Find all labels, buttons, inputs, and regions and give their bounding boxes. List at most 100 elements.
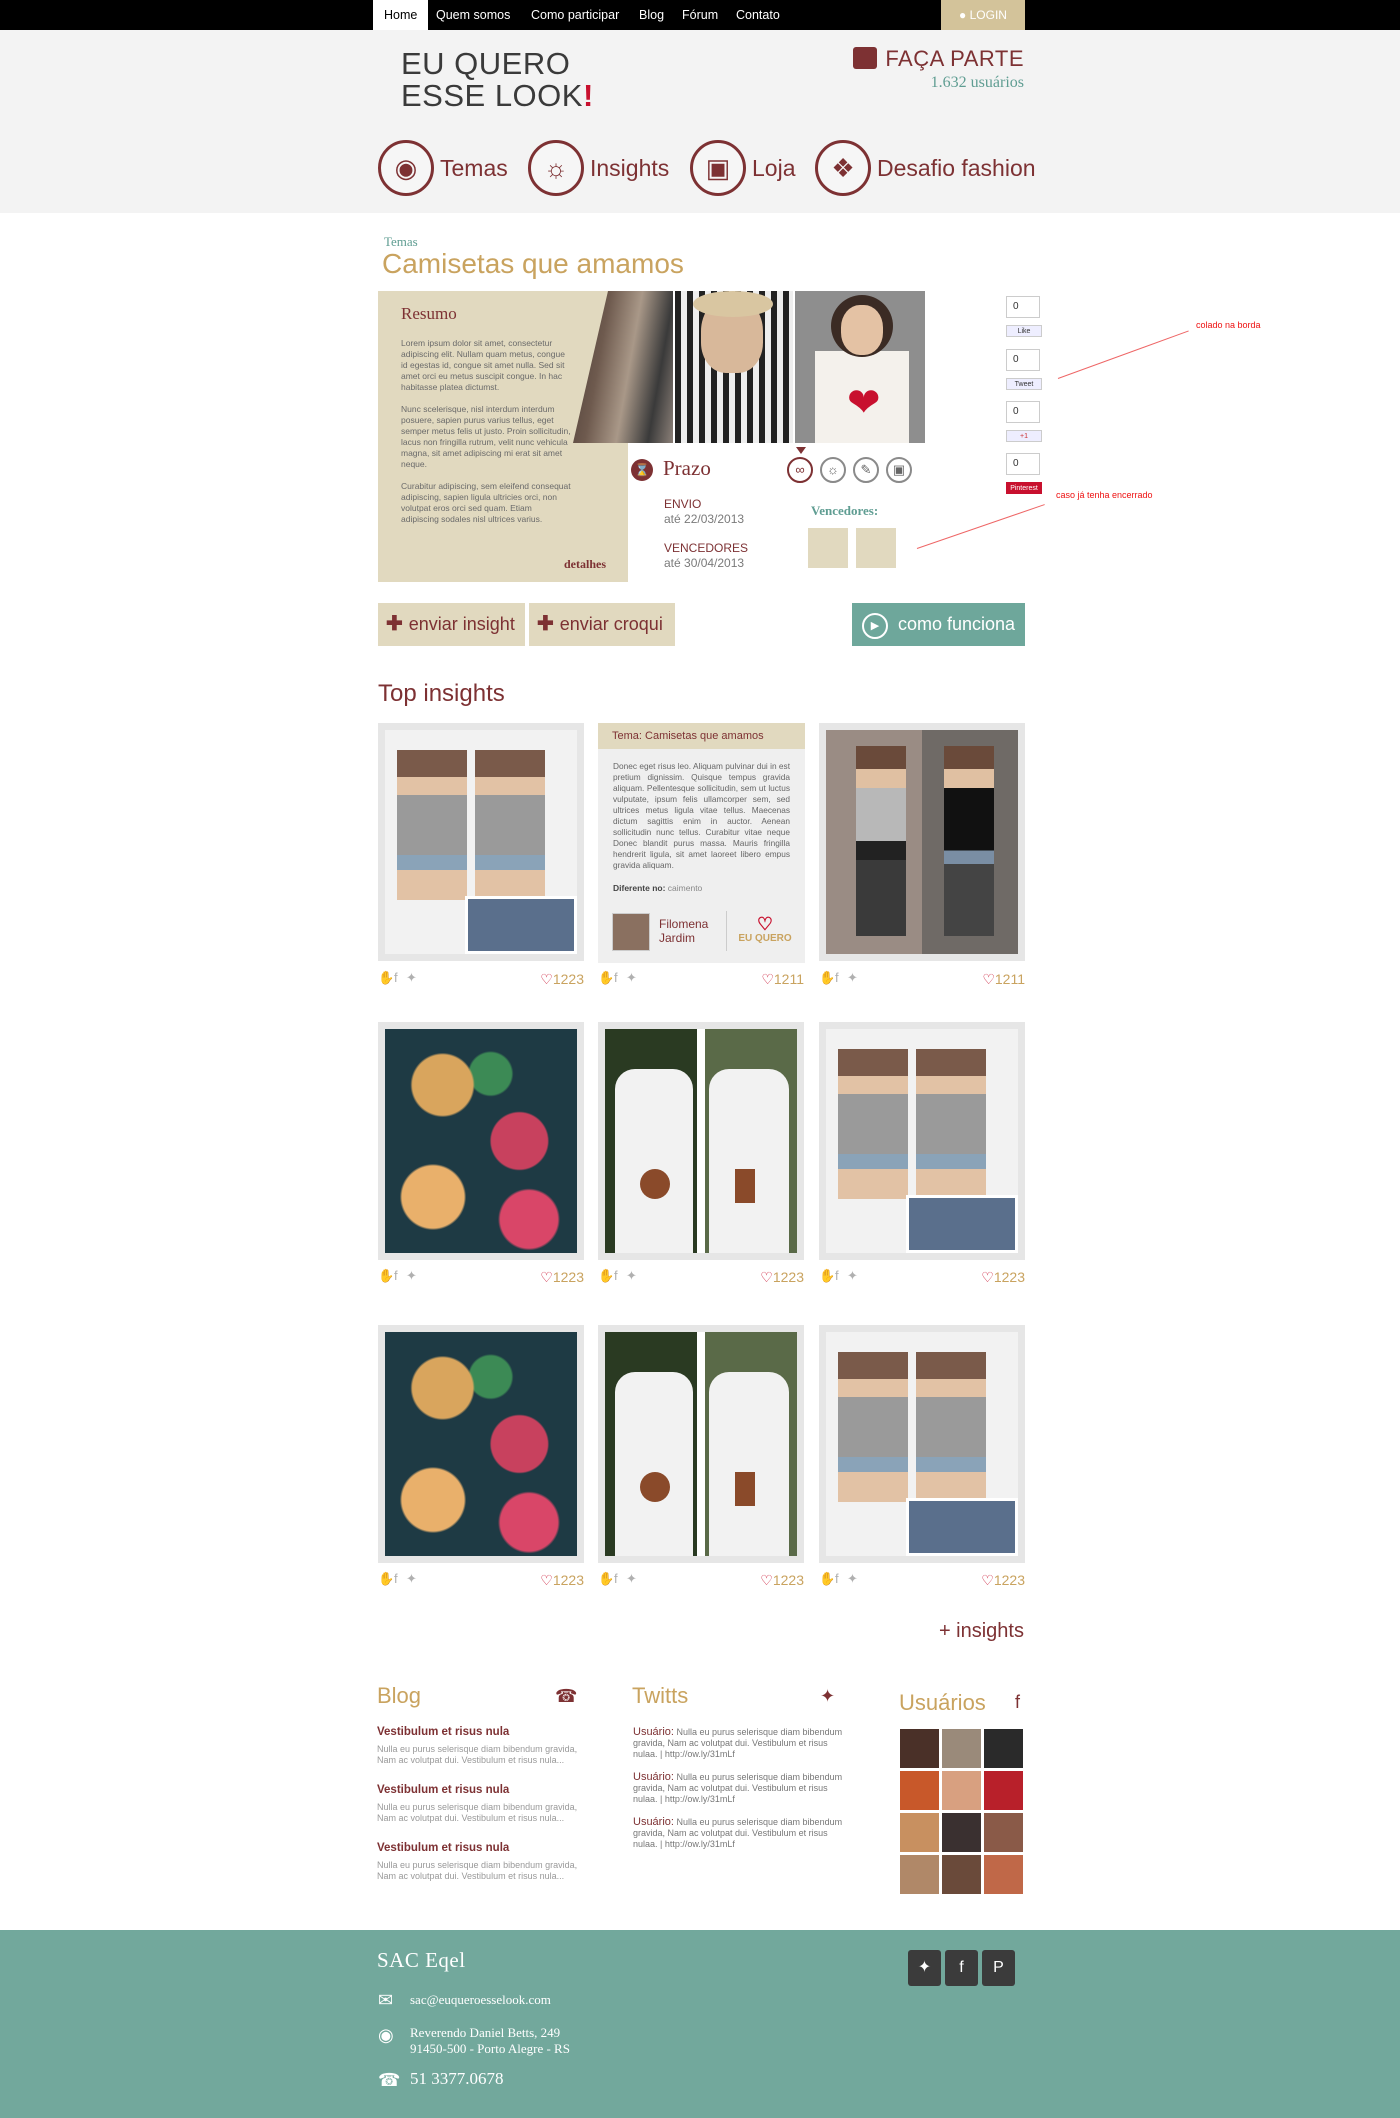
twitter-bird-icon[interactable]: ✦ bbox=[406, 1268, 417, 1284]
heart-icon: ♡ bbox=[760, 1572, 773, 1588]
twitter-bird-icon[interactable]: ✦ bbox=[626, 1268, 637, 1284]
avatar[interactable] bbox=[984, 1855, 1023, 1894]
thumbs-up-icon[interactable]: ✋ bbox=[598, 1268, 614, 1284]
want-count[interactable]: ♡1223 bbox=[981, 1572, 1025, 1589]
thumbs-up-icon[interactable]: ✋ bbox=[819, 970, 835, 986]
avatar[interactable] bbox=[612, 913, 650, 951]
avatar[interactable] bbox=[900, 1771, 939, 1810]
nav-forum[interactable]: Fórum bbox=[671, 0, 729, 30]
diff-line: Diferente no: caimento bbox=[613, 883, 703, 893]
avatar[interactable] bbox=[942, 1855, 981, 1894]
avatar[interactable] bbox=[942, 1771, 981, 1810]
blog-post-title[interactable]: Vestibulum et risus nula bbox=[377, 1784, 509, 1796]
want-count[interactable]: ♡1223 bbox=[540, 1572, 584, 1589]
facebook-icon[interactable]: f bbox=[394, 970, 398, 985]
insight-card[interactable] bbox=[819, 1022, 1025, 1260]
facebook-icon[interactable]: f bbox=[614, 1268, 618, 1283]
author-name[interactable]: Filomena Jardim bbox=[659, 917, 708, 945]
twitter-bird-icon[interactable]: ✦ bbox=[847, 970, 858, 986]
tweet-item: Usuário: Nulla eu purus selerisque diam … bbox=[633, 1816, 843, 1850]
nav-como-participar[interactable]: Como participar bbox=[520, 0, 630, 30]
login-button[interactable]: ● LOGIN bbox=[941, 0, 1025, 30]
category-insights[interactable]: ☼ Insights bbox=[528, 140, 669, 196]
thumbs-up-icon[interactable]: ✋ bbox=[598, 1571, 614, 1587]
avatar[interactable] bbox=[984, 1813, 1023, 1852]
thumbs-up-icon[interactable]: ✋ bbox=[598, 970, 614, 986]
insight-card[interactable] bbox=[598, 1325, 804, 1563]
want-count[interactable]: ♡1211 bbox=[761, 971, 804, 988]
category-temas[interactable]: ◉ Temas bbox=[378, 140, 508, 196]
thumbs-up-icon[interactable]: ✋ bbox=[378, 1268, 394, 1284]
more-insights-link[interactable]: + insights bbox=[939, 1620, 1024, 1643]
facebook-icon[interactable]: f bbox=[614, 1571, 618, 1586]
facebook-icon[interactable]: f bbox=[835, 1571, 839, 1586]
insight-text-card[interactable]: Tema: Camisetas que amamos Donec eget ri… bbox=[598, 723, 805, 963]
facebook-icon[interactable]: f bbox=[614, 970, 618, 985]
facebook-icon[interactable]: f bbox=[394, 1571, 398, 1586]
avatar[interactable] bbox=[900, 1855, 939, 1894]
pinterest-button[interactable]: Pinterest bbox=[1006, 482, 1042, 494]
twitter-bird-icon[interactable]: ✦ bbox=[626, 1571, 637, 1587]
want-count[interactable]: ♡1223 bbox=[760, 1572, 804, 1589]
facebook-icon[interactable]: f bbox=[835, 1268, 839, 1283]
avatar[interactable] bbox=[984, 1771, 1023, 1810]
tweet-button[interactable]: Tweet bbox=[1006, 378, 1042, 390]
site-logo[interactable]: EU QUERO ESSE LOOK! bbox=[401, 48, 594, 112]
insight-card[interactable] bbox=[819, 723, 1025, 961]
how-it-works-button[interactable]: ▶ como funciona bbox=[852, 603, 1025, 646]
facebook-icon[interactable]: f bbox=[945, 1950, 978, 1986]
want-count[interactable]: ♡1223 bbox=[981, 1269, 1025, 1286]
step-link-icon[interactable]: ∞ bbox=[787, 457, 813, 483]
want-count[interactable]: ♡1223 bbox=[540, 1269, 584, 1286]
send-insight-button[interactable]: ✚ enviar insight bbox=[378, 603, 525, 646]
avatar[interactable] bbox=[942, 1729, 981, 1768]
eu-quero-button[interactable]: ♡ EU QUERO bbox=[735, 915, 795, 944]
thumbs-up-icon[interactable]: ✋ bbox=[819, 1571, 835, 1587]
footer-phone: 51 3377.0678 bbox=[410, 2069, 504, 2088]
twitter-bird-icon[interactable]: ✦ bbox=[626, 970, 637, 986]
facebook-icon[interactable]: f bbox=[1015, 1692, 1020, 1713]
avatar[interactable] bbox=[900, 1813, 939, 1852]
nav-blog[interactable]: Blog bbox=[628, 0, 675, 30]
nav-home[interactable]: Home bbox=[373, 0, 429, 30]
join-link[interactable]: FAÇA PARTE bbox=[885, 46, 1024, 71]
twitter-bird-icon[interactable]: ✦ bbox=[406, 970, 417, 986]
insight-card[interactable] bbox=[598, 1022, 804, 1260]
twitter-bird-icon[interactable]: ✦ bbox=[406, 1571, 417, 1587]
twitter-bird-icon[interactable]: ✦ bbox=[908, 1950, 941, 1986]
avatar[interactable] bbox=[942, 1813, 981, 1852]
vencedores-date: até 30/04/2013 bbox=[664, 556, 745, 570]
insight-card[interactable] bbox=[378, 723, 584, 961]
facebook-icon[interactable]: f bbox=[394, 1268, 398, 1283]
twitter-bird-icon[interactable]: ✦ bbox=[847, 1268, 858, 1284]
want-count[interactable]: ♡1211 bbox=[982, 971, 1025, 988]
blog-post-title[interactable]: Vestibulum et risus nula bbox=[377, 1842, 509, 1854]
step-clipboard-icon[interactable]: ▣ bbox=[886, 457, 912, 483]
nav-contato[interactable]: Contato bbox=[725, 0, 791, 30]
thumbs-up-icon[interactable]: ✋ bbox=[378, 970, 394, 986]
step-lightbulb-icon[interactable]: ☼ bbox=[820, 457, 846, 483]
footer-email[interactable]: sac@euqueroesselook.com bbox=[410, 1992, 551, 2008]
step-pencil-icon[interactable]: ✎ bbox=[853, 457, 879, 483]
join-block[interactable]: FAÇA PARTE 1.632 usuários bbox=[853, 46, 1024, 92]
thumbs-up-icon[interactable]: ✋ bbox=[819, 1268, 835, 1284]
facebook-icon[interactable]: f bbox=[835, 970, 839, 985]
insight-card[interactable] bbox=[378, 1022, 584, 1260]
insight-card[interactable] bbox=[819, 1325, 1025, 1563]
nav-quem-somos[interactable]: Quem somos bbox=[425, 0, 521, 30]
blog-post-title[interactable]: Vestibulum et risus nula bbox=[377, 1726, 509, 1738]
pinterest-icon[interactable]: P bbox=[982, 1950, 1015, 1986]
thumbs-up-icon[interactable]: ✋ bbox=[378, 1571, 394, 1587]
want-count[interactable]: ♡1223 bbox=[760, 1269, 804, 1286]
insight-card[interactable] bbox=[378, 1325, 584, 1563]
google-plus-button[interactable]: +1 bbox=[1006, 430, 1042, 442]
want-count[interactable]: ♡1223 bbox=[540, 971, 584, 988]
twitter-bird-icon[interactable]: ✦ bbox=[847, 1571, 858, 1587]
details-link[interactable]: detalhes bbox=[564, 557, 606, 572]
facebook-like-button[interactable]: Like bbox=[1006, 325, 1042, 337]
category-loja[interactable]: ▣ Loja bbox=[690, 140, 795, 196]
category-desafio-fashion[interactable]: ❖ Desafio fashion bbox=[815, 140, 1036, 196]
avatar[interactable] bbox=[900, 1729, 939, 1768]
avatar[interactable] bbox=[984, 1729, 1023, 1768]
send-croqui-button[interactable]: ✚ enviar croqui bbox=[529, 603, 675, 646]
